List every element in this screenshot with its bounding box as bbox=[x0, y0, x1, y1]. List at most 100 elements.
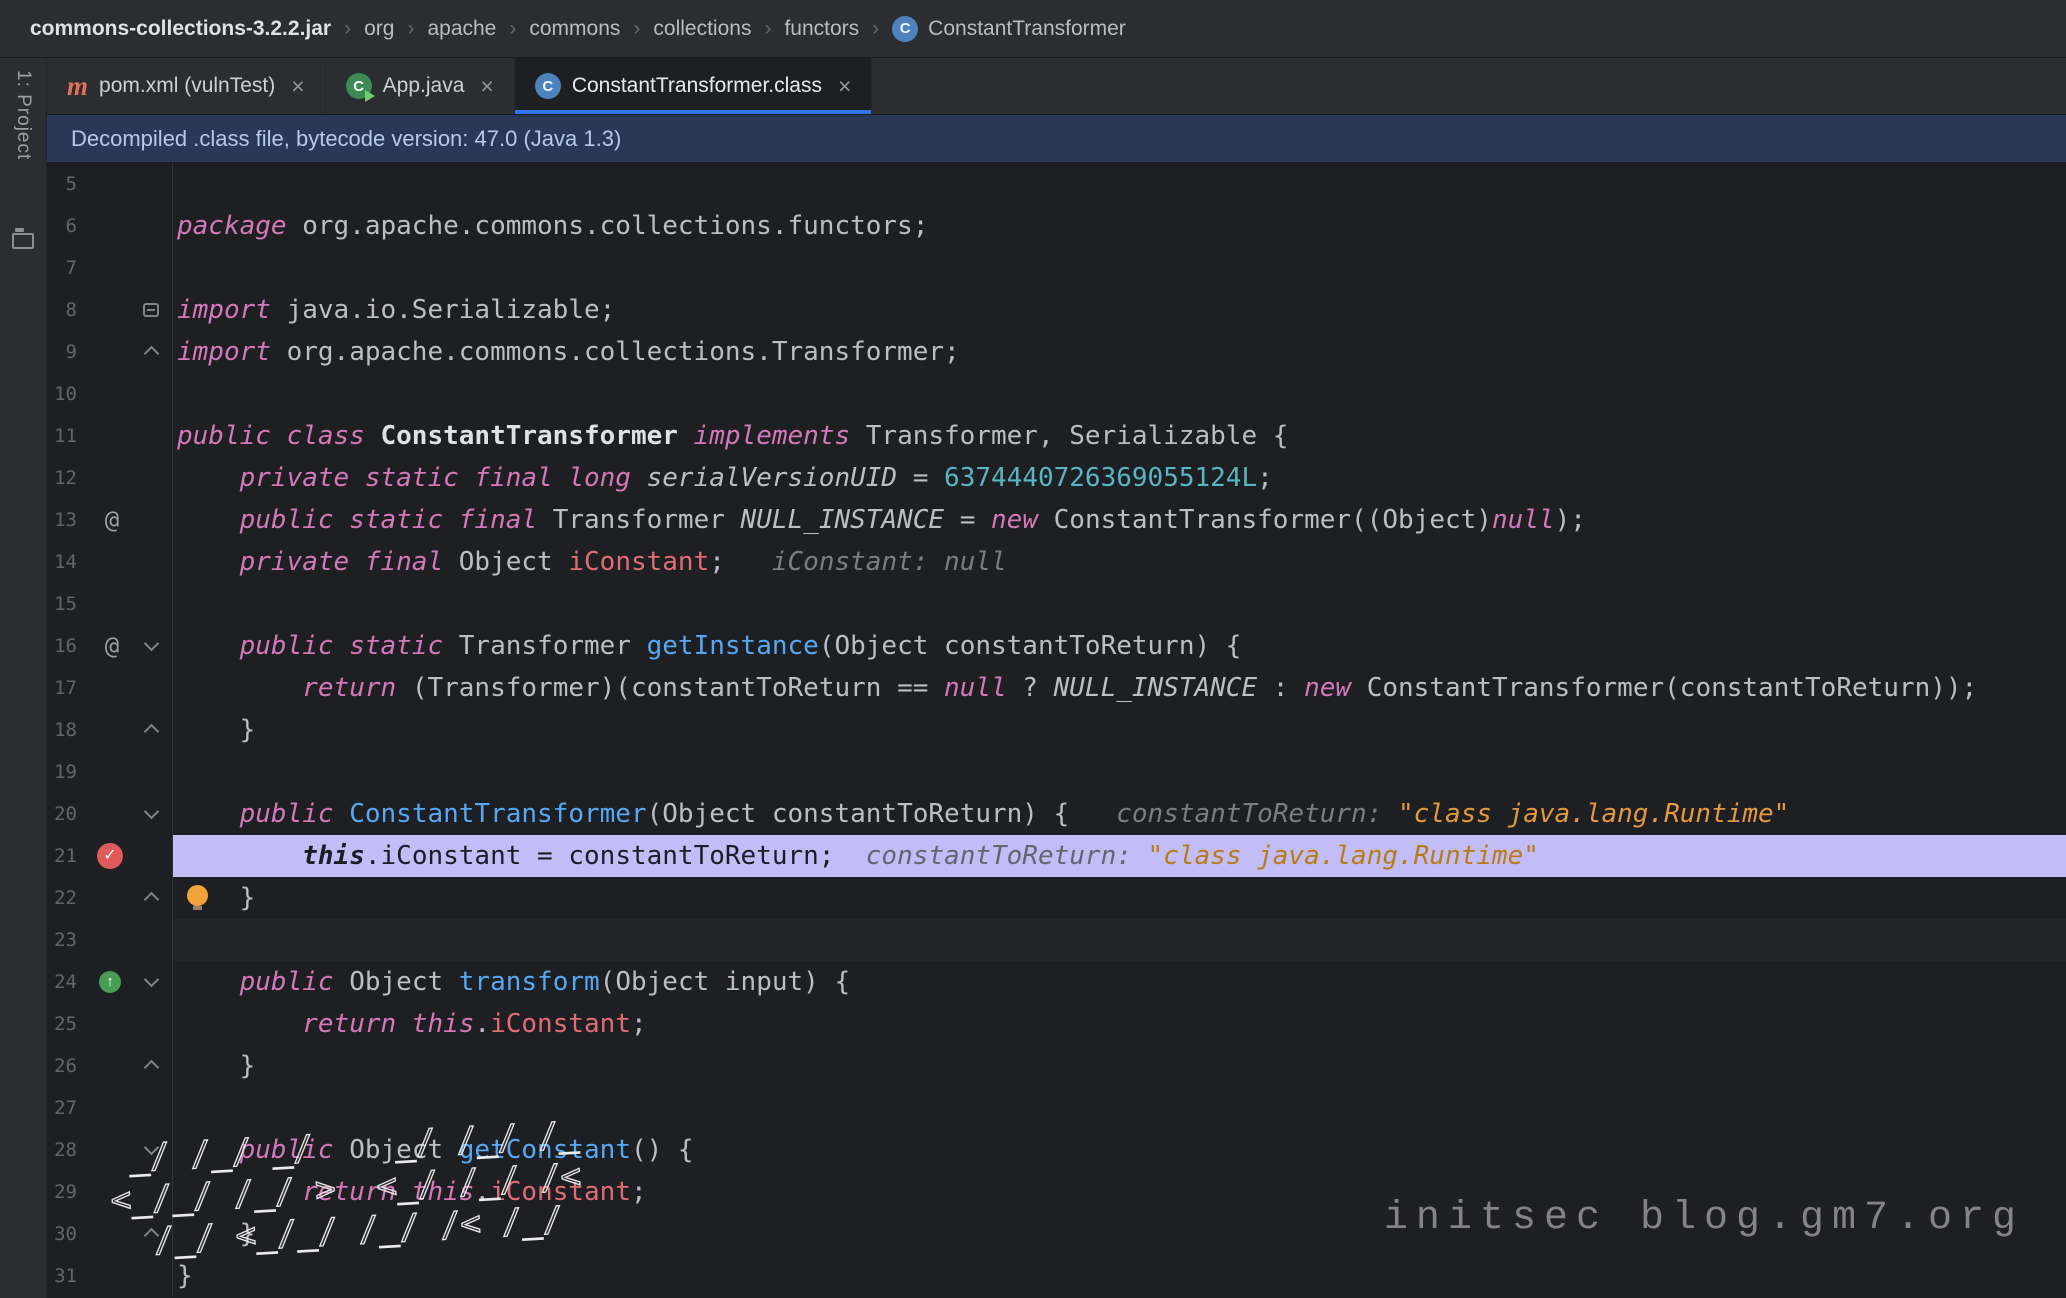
gutter[interactable]: 30 bbox=[47, 1213, 173, 1255]
code-text[interactable] bbox=[173, 1087, 2066, 1129]
line-number[interactable]: 30 bbox=[54, 1213, 77, 1255]
code-text[interactable] bbox=[173, 583, 2066, 625]
gutter[interactable]: 7 bbox=[47, 247, 173, 289]
fold-collapse-icon[interactable] bbox=[144, 972, 160, 988]
gutter[interactable]: 5 bbox=[47, 163, 173, 205]
line-number[interactable]: 8 bbox=[66, 289, 77, 331]
gutter[interactable]: 8 bbox=[47, 289, 173, 331]
breadcrumb-item[interactable]: functors bbox=[784, 17, 859, 41]
code-text[interactable]: import org.apache.commons.collections.Tr… bbox=[173, 331, 2066, 373]
breadcrumb-item[interactable]: commons bbox=[529, 17, 620, 41]
line-number[interactable]: 15 bbox=[54, 583, 77, 625]
breadcrumb-item[interactable]: apache bbox=[427, 17, 496, 41]
code-text[interactable]: private final Object iConstant; iConstan… bbox=[173, 541, 2066, 583]
line-number[interactable]: 31 bbox=[54, 1255, 77, 1297]
code-text[interactable]: public class ConstantTransformer impleme… bbox=[173, 415, 2066, 457]
line-number[interactable]: 21 bbox=[54, 835, 77, 877]
code-text[interactable]: package org.apache.commons.collections.f… bbox=[173, 205, 2066, 247]
breadcrumb-item[interactable]: collections bbox=[653, 17, 751, 41]
fold-expand-icon[interactable] bbox=[144, 1060, 160, 1076]
fold-expand-icon[interactable] bbox=[144, 892, 160, 908]
gutter[interactable]: 22 bbox=[47, 877, 173, 919]
code-text[interactable]: import java.io.Serializable; bbox=[173, 289, 2066, 331]
line-number[interactable]: 29 bbox=[54, 1171, 77, 1213]
code-text[interactable]: } bbox=[173, 877, 2066, 919]
breadcrumb-item[interactable]: org bbox=[364, 17, 394, 41]
line-number[interactable]: 5 bbox=[66, 163, 77, 205]
code-text[interactable]: return this.iConstant; bbox=[173, 1171, 2066, 1213]
code-text[interactable] bbox=[173, 919, 2066, 961]
line-number[interactable]: 26 bbox=[54, 1045, 77, 1087]
line-number[interactable]: 27 bbox=[54, 1087, 77, 1129]
fold-collapse-icon[interactable] bbox=[144, 1140, 160, 1156]
code-text[interactable]: return this.iConstant; bbox=[173, 1003, 2066, 1045]
editor[interactable]: 56 package org.apache.commons.collections… bbox=[47, 163, 2066, 1298]
code-text[interactable]: public static final Transformer NULL_INS… bbox=[173, 499, 2066, 541]
code-text[interactable] bbox=[173, 373, 2066, 415]
fold-expand-icon[interactable] bbox=[144, 1228, 160, 1244]
gutter[interactable]: 16@ bbox=[47, 625, 173, 667]
line-number[interactable]: 28 bbox=[54, 1129, 77, 1171]
editor-tab-app-java[interactable]: CApp.java× bbox=[326, 58, 515, 114]
line-number[interactable]: 19 bbox=[54, 751, 77, 793]
line-number[interactable]: 6 bbox=[66, 205, 77, 247]
implementing-method-icon[interactable]: ↑ bbox=[99, 971, 121, 993]
line-number[interactable]: 7 bbox=[66, 247, 77, 289]
code-text[interactable]: return (Transformer)(constantToReturn ==… bbox=[173, 667, 2066, 709]
gutter[interactable]: 12 bbox=[47, 457, 173, 499]
gutter[interactable]: 6 bbox=[47, 205, 173, 247]
line-number[interactable]: 23 bbox=[54, 919, 77, 961]
project-folder-icon[interactable] bbox=[12, 233, 34, 249]
gutter[interactable]: 28 bbox=[47, 1129, 173, 1171]
tab-close-icon[interactable]: × bbox=[838, 75, 851, 98]
gutter[interactable]: 21 ✓ bbox=[47, 835, 173, 877]
gutter[interactable]: 27 bbox=[47, 1087, 173, 1129]
line-number[interactable]: 16 bbox=[54, 625, 77, 667]
code-text[interactable]: private static final long serialVersionU… bbox=[173, 457, 2066, 499]
gutter[interactable]: 18 bbox=[47, 709, 173, 751]
gutter[interactable]: 14 bbox=[47, 541, 173, 583]
breakpoint-icon[interactable]: ✓ bbox=[97, 843, 123, 869]
line-number[interactable]: 20 bbox=[54, 793, 77, 835]
line-number[interactable]: 9 bbox=[66, 331, 77, 373]
line-number[interactable]: 13 bbox=[54, 499, 77, 541]
line-number[interactable]: 24 bbox=[54, 961, 77, 1003]
code-text[interactable]: } bbox=[173, 1213, 2066, 1255]
gutter[interactable]: 11 bbox=[47, 415, 173, 457]
intention-bulb-icon[interactable] bbox=[187, 885, 208, 906]
gutter[interactable]: 26 bbox=[47, 1045, 173, 1087]
gutter[interactable]: 31 bbox=[47, 1255, 173, 1297]
code-text[interactable]: public Object transform(Object input) { bbox=[173, 961, 2066, 1003]
gutter[interactable]: 19 bbox=[47, 751, 173, 793]
line-number[interactable]: 11 bbox=[54, 415, 77, 457]
line-number[interactable]: 14 bbox=[54, 541, 77, 583]
breadcrumb-class[interactable]: CConstantTransformer bbox=[892, 16, 1126, 42]
code-text[interactable]: } bbox=[173, 1255, 2066, 1297]
fold-collapse-icon[interactable] bbox=[144, 636, 160, 652]
tab-close-icon[interactable]: × bbox=[291, 75, 304, 98]
fold-collapse-icon[interactable] bbox=[144, 804, 160, 820]
code-text[interactable]: public ConstantTransformer(Object consta… bbox=[173, 793, 2066, 835]
line-number[interactable]: 22 bbox=[54, 877, 77, 919]
project-stripe-button[interactable]: 1: Project bbox=[12, 70, 34, 160]
code-text[interactable] bbox=[173, 163, 2066, 205]
code-text[interactable]: } bbox=[173, 709, 2066, 751]
code-text[interactable] bbox=[173, 751, 2066, 793]
line-number[interactable]: 18 bbox=[54, 709, 77, 751]
line-number[interactable]: 10 bbox=[54, 373, 77, 415]
breadcrumb-jar[interactable]: commons-collections-3.2.2.jar bbox=[30, 17, 331, 41]
gutter[interactable]: 13@ bbox=[47, 499, 173, 541]
code-text[interactable]: public static Transformer getInstance(Ob… bbox=[173, 625, 2066, 667]
line-number[interactable]: 25 bbox=[54, 1003, 77, 1045]
code-text[interactable]: this.iConstant = constantToReturn; const… bbox=[173, 835, 2066, 877]
gutter[interactable]: 9 bbox=[47, 331, 173, 373]
code-text[interactable]: public Object getConstant() { bbox=[173, 1129, 2066, 1171]
fold-expand-icon[interactable] bbox=[144, 724, 160, 740]
editor-tab-constanttransformer-class[interactable]: CConstantTransformer.class× bbox=[515, 58, 873, 114]
gutter[interactable]: 23 bbox=[47, 919, 173, 961]
line-number[interactable]: 12 bbox=[54, 457, 77, 499]
code-text[interactable]: } bbox=[173, 1045, 2066, 1087]
gutter[interactable]: 25 bbox=[47, 1003, 173, 1045]
editor-tab-pom-xml-vulntest[interactable]: mpom.xml (vulnTest)× bbox=[47, 58, 326, 114]
code-text[interactable] bbox=[173, 247, 2066, 289]
